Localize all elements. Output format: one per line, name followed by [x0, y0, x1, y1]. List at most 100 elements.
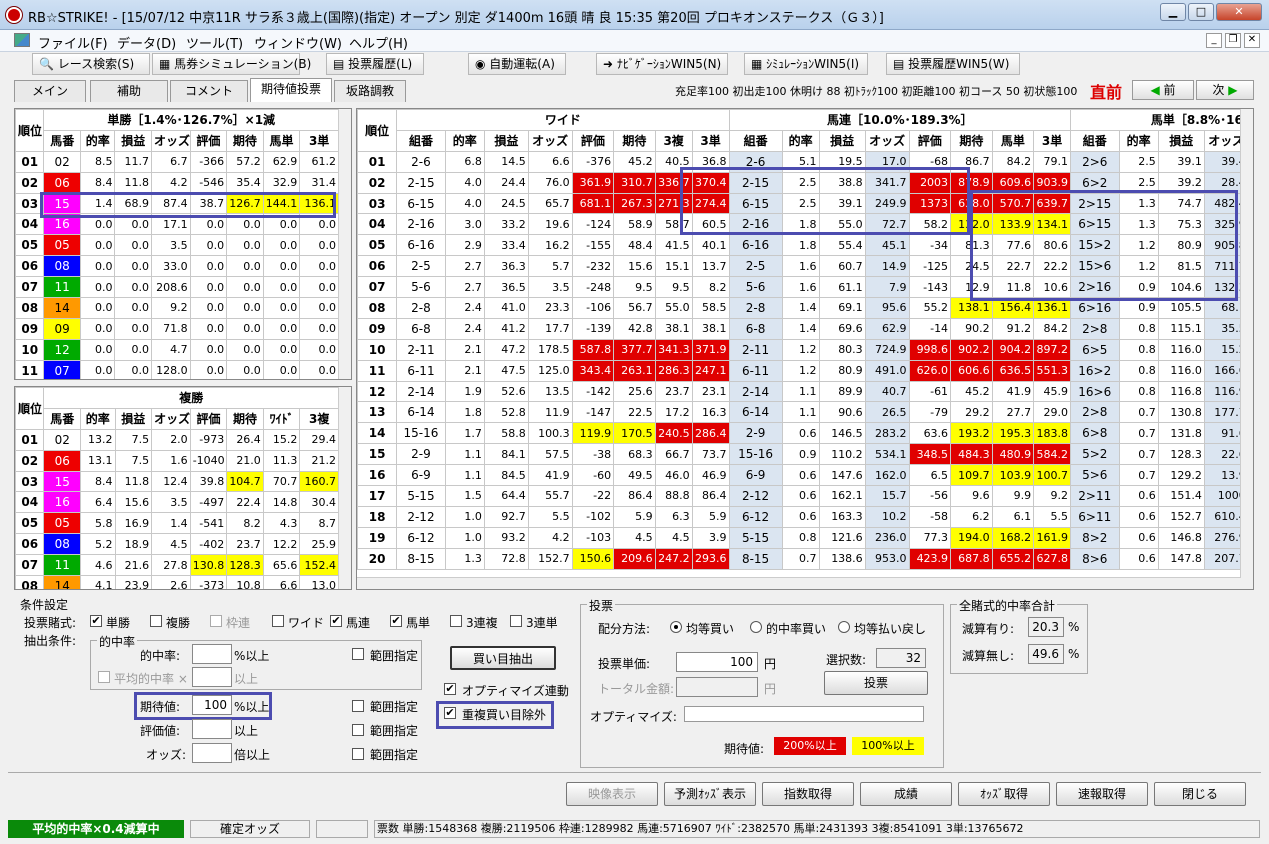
tab-comment[interactable]: コメント: [170, 80, 248, 102]
table-row[interactable]: 05 6-16 2.9 33.4 16.2 -155 48.4 41.5 40.1 6-16 1.8…: [357, 234, 1253, 257]
vote-history-button[interactable]: ▤ 投票履歴(L): [326, 53, 424, 75]
table-row[interactable]: 09 6-8 2.4 41.2 17.7 -139 42.8 38.1 38.1 6-8 1.4 69…: [357, 317, 1253, 340]
combo-scrollbar-h[interactable]: [357, 577, 1241, 589]
vote-button[interactable]: 投票: [824, 671, 928, 695]
menu-file[interactable]: ファイル(F): [38, 33, 108, 52]
table-row[interactable]: 19 6-12 1.0 93.2 4.2 -103 4.5 4.5 3.9 5-15 0.8 121.…: [357, 526, 1253, 549]
table-row[interactable]: 10 2-11 2.1 47.2 178.5 587.8 377.7 341.3 371.9 2-…: [357, 338, 1253, 361]
child-restore-button[interactable]: ❐: [1225, 33, 1241, 48]
odds-fetch-button[interactable]: ｵｯｽﾞ取得: [958, 782, 1050, 806]
tab-sub[interactable]: 補助: [90, 80, 168, 102]
table-row[interactable]: 01 02 13.2 7.5 2.0 -973 26.4 15.2 29.4: [15, 428, 339, 451]
optimize-link-checkbox[interactable]: ✔: [444, 683, 456, 695]
table-row[interactable]: 11 07 0.0 0.0 128.0 0.0 0.0 0.0 0.0: [15, 359, 339, 379]
table-row[interactable]: 01 02 8.5 11.7 6.7 -366 57.2 62.9 61.2: [15, 150, 339, 173]
menu-tools[interactable]: ツール(T): [186, 33, 243, 52]
eval-input[interactable]: [192, 719, 232, 739]
table-row[interactable]: 01 2-6 6.8 14.5 6.6 -376 45.2 40.5 36.8 2-6 5.1 19.…: [357, 150, 1253, 173]
menu-help[interactable]: ヘルプ(H): [349, 33, 408, 52]
simulation-win5-button[interactable]: ▦ ｼﾐｭﾚｰｼｮﾝWIN5(I): [744, 53, 868, 75]
table-row[interactable]: 05 05 5.8 16.9 1.4 -541 8.2 4.3 8.7: [15, 512, 339, 535]
vote-history-win5-button[interactable]: ▤ 投票履歴WIN5(W): [886, 53, 1020, 75]
previous-race-button[interactable]: ◀ 前: [1132, 80, 1194, 100]
odds-range-checkbox[interactable]: [352, 748, 364, 760]
exclude-dup-checkbox[interactable]: ✔: [444, 707, 456, 719]
child-close-button[interactable]: ✕: [1244, 33, 1260, 48]
method-equal-radio[interactable]: [670, 621, 682, 633]
hit-rate-input[interactable]: [192, 644, 232, 664]
table-row[interactable]: 06 08 0.0 0.0 33.0 0.0 0.0 0.0 0.0: [15, 255, 339, 278]
table-row[interactable]: 04 16 0.0 0.0 17.1 0.0 0.0 0.0 0.0: [15, 213, 339, 236]
menu-data[interactable]: データ(D): [117, 33, 176, 52]
expect-input[interactable]: 100: [192, 695, 232, 715]
expect-range-checkbox[interactable]: [352, 700, 364, 712]
avg-hit-checkbox[interactable]: [98, 671, 110, 683]
table-row[interactable]: 13 6-14 1.8 52.8 11.9 -147 22.5 17.2 16.3 6-14 1.1…: [357, 401, 1253, 424]
navigation-win5-button[interactable]: ➜ ﾅﾋﾞｹﾞｰｼｮﾝWIN5(N): [596, 53, 728, 75]
table-row[interactable]: 04 2-16 3.0 33.2 19.6 -124 58.9 58.7 60.5 2-16 1.8…: [357, 213, 1253, 236]
table-row[interactable]: 16 6-9 1.1 84.5 41.9 -60 49.5 46.0 46.9 6-9 0.6 147…: [357, 464, 1253, 487]
table-row[interactable]: 08 14 4.1 23.9 2.6 -373 10.8 6.6 13.0: [15, 575, 339, 589]
hit-rate-range-checkbox[interactable]: [352, 648, 364, 660]
table-row[interactable]: 06 08 5.2 18.9 4.5 -402 23.7 12.2 25.9: [15, 533, 339, 556]
index-fetch-button[interactable]: 指数取得: [762, 782, 854, 806]
tab-expected-value-vote[interactable]: 期待値投票: [250, 78, 332, 102]
table-row[interactable]: 10 12 0.0 0.0 4.7 0.0 0.0 0.0 0.0: [15, 338, 339, 361]
bettype-checkbox-7[interactable]: [510, 615, 522, 627]
table-row[interactable]: 05 05 0.0 0.0 3.5 0.0 0.0 0.0 0.0: [15, 234, 339, 257]
bet-simulation-button[interactable]: ▦ 馬券シミュレーション(B): [152, 53, 311, 75]
combo-scrollbar-v[interactable]: [1240, 109, 1253, 589]
table-row[interactable]: 08 14 0.0 0.0 9.2 0.0 0.0 0.0 0.0: [15, 297, 339, 319]
table-row[interactable]: 07 11 4.6 21.6 27.8 130.8 128.3 65.6 152.4: [15, 554, 339, 577]
flash-news-button[interactable]: 速報取得: [1056, 782, 1148, 806]
tab-slope-training[interactable]: 坂路調教: [334, 80, 406, 102]
table-row[interactable]: 09 09 0.0 0.0 71.8 0.0 0.0 0.0 0.0: [15, 317, 339, 340]
bettype-checkbox-6[interactable]: [450, 615, 462, 627]
table-row[interactable]: 14 15-16 1.7 58.8 100.3 119.9 170.5 240.5 286.4 2…: [357, 422, 1253, 445]
table-row[interactable]: 08 2-8 2.4 41.0 23.3 -106 56.7 55.0 58.5 2-8 1.4 69…: [357, 297, 1253, 319]
maximize-button[interactable]: □: [1188, 3, 1214, 21]
table-row[interactable]: 04 16 6.4 15.6 3.5 -497 22.4 14.8 30.4: [15, 491, 339, 514]
race-search-button[interactable]: 🔍 レース検索(S): [32, 53, 150, 75]
win-scrollbar[interactable]: [338, 109, 351, 379]
auto-run-button[interactable]: ◉ 自動運転(A): [468, 53, 566, 75]
table-row[interactable]: 07 11 0.0 0.0 208.6 0.0 0.0 0.0 0.0: [15, 276, 339, 299]
table-row[interactable]: 02 06 8.4 11.8 4.2 -546 35.4 32.9 31.4: [15, 171, 339, 194]
table-row[interactable]: 15 2-9 1.1 84.1 57.5 -38 68.3 66.7 73.7 15-16 0.9 1…: [357, 443, 1253, 466]
optimize-slider[interactable]: [684, 706, 924, 722]
table-row[interactable]: 20 8-15 1.3 72.8 152.7 150.6 209.6 247.2 293.6 8-…: [357, 547, 1253, 570]
avg-hit-input[interactable]: [192, 667, 232, 687]
close-window-button[interactable]: 閉じる: [1154, 782, 1246, 806]
table-row[interactable]: 03 6-15 4.0 24.5 65.7 681.1 267.3 271.3 274.4 6-1…: [357, 192, 1253, 215]
odds-input[interactable]: [192, 743, 232, 763]
table-row[interactable]: 17 5-15 1.5 64.4 55.7 -22 86.4 88.8 86.4 2-12 0.6 1…: [357, 485, 1253, 507]
table-row[interactable]: 12 2-14 1.9 52.6 13.5 -142 25.6 23.7 23.1 2-14 1.1…: [357, 380, 1253, 403]
bettype-checkbox-5[interactable]: ✔: [390, 615, 402, 627]
place-scrollbar[interactable]: [338, 387, 351, 589]
menu-window[interactable]: ウィンドウ(W): [254, 33, 342, 52]
table-row[interactable]: 06 2-5 2.7 36.3 5.7 -232 15.6 15.1 13.7 2-5 1.6 60.…: [357, 255, 1253, 278]
tab-main[interactable]: メイン: [14, 80, 86, 102]
close-button[interactable]: ✕: [1216, 3, 1262, 21]
bettype-checkbox-0[interactable]: ✔: [90, 615, 102, 627]
table-row[interactable]: 07 5-6 2.7 36.5 3.5 -248 9.5 9.5 8.2 5-6 1.6 61.1 7.…: [357, 276, 1253, 299]
next-race-button[interactable]: 次 ▶: [1196, 80, 1254, 100]
table-row[interactable]: 03 15 8.4 11.8 12.4 39.8 104.7 70.7 160.7: [15, 470, 339, 493]
bettype-checkbox-2[interactable]: [210, 615, 222, 627]
child-minimize-button[interactable]: _: [1206, 33, 1222, 48]
video-button[interactable]: 映像表示: [566, 782, 658, 806]
bettype-checkbox-4[interactable]: ✔: [330, 615, 342, 627]
table-row[interactable]: 03 15 1.4 68.9 87.4 38.7 126.7 144.1 136.1: [15, 192, 339, 215]
extract-picks-button[interactable]: 買い目抽出: [450, 646, 556, 670]
table-row[interactable]: 02 2-15 4.0 24.4 76.0 361.9 310.7 336.7 370.4 2-1…: [357, 171, 1253, 194]
eval-range-checkbox[interactable]: [352, 724, 364, 736]
bettype-checkbox-3[interactable]: [272, 615, 284, 627]
method-hit-radio[interactable]: [750, 621, 762, 633]
table-row[interactable]: 02 06 13.1 7.5 1.6 -1040 21.0 11.3 21.2: [15, 449, 339, 472]
unit-price-input[interactable]: 100: [676, 652, 758, 672]
bettype-checkbox-1[interactable]: [150, 615, 162, 627]
minimize-button[interactable]: ▁: [1160, 3, 1186, 21]
results-button[interactable]: 成績: [860, 782, 952, 806]
table-row[interactable]: 18 2-12 1.0 92.7 5.5 -102 5.9 6.3 5.9 6-12 0.6 163.…: [357, 505, 1253, 528]
table-row[interactable]: 11 6-11 2.1 47.5 125.0 343.4 263.1 286.3 247.1 6-…: [357, 359, 1253, 382]
